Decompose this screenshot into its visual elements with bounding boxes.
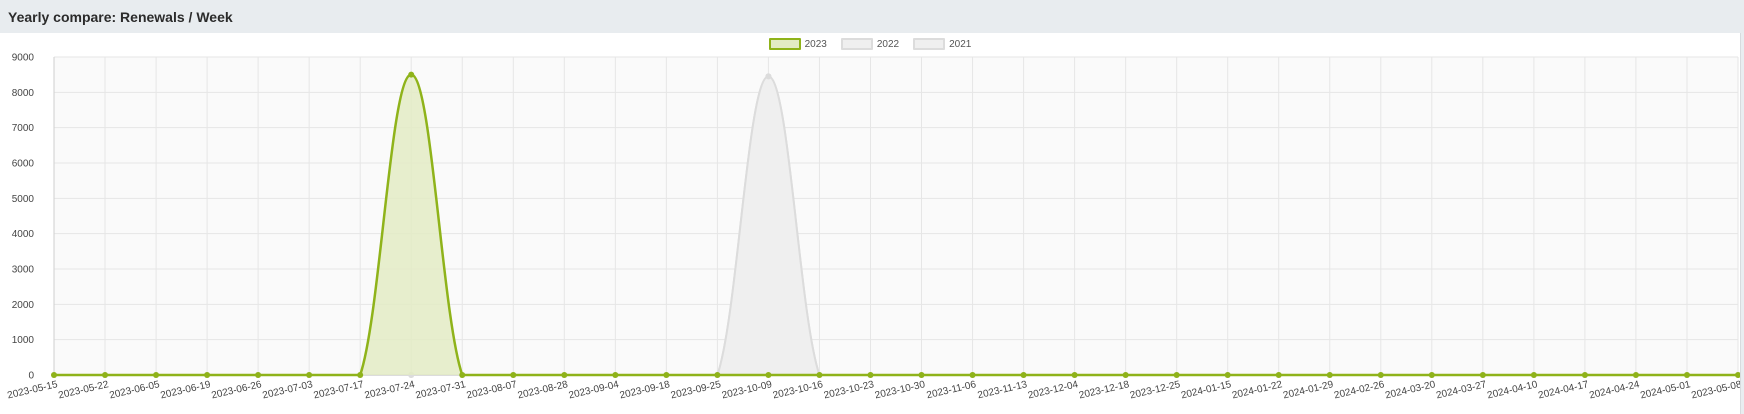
- y-tick-label: 8000: [12, 88, 35, 99]
- data-point-2022: [765, 73, 772, 80]
- data-point-2023: [102, 372, 109, 378]
- data-point-2023: [459, 372, 466, 378]
- x-tick-label: 2023-07-17: [313, 379, 366, 401]
- x-tick-label: 2023-06-26: [210, 379, 263, 401]
- x-tick-label: 2024-05-01: [1639, 379, 1692, 401]
- x-tick-label: 2023-11-06: [926, 379, 978, 401]
- x-tick-label: 2023-06-05: [108, 379, 161, 401]
- data-point-2023: [1326, 372, 1333, 378]
- chart-card: 2023 2022 2021 0 1000 2000 3000 4000 5000 6000 70…: [0, 33, 1741, 414]
- x-tick-label: 2024-03-27: [1435, 379, 1488, 401]
- x-tick-label: 2023-10-30: [874, 379, 927, 401]
- y-tick-label: 5000: [12, 194, 35, 205]
- data-point-2023: [1377, 372, 1384, 378]
- y-tick-label: 7000: [12, 123, 35, 134]
- x-tick-label: 2024-01-22: [1231, 379, 1284, 401]
- data-point-2023: [306, 372, 313, 378]
- data-point-2023: [51, 372, 57, 378]
- x-tick-label: 2024-01-15: [1180, 379, 1233, 401]
- x-tick-label: 2023-07-31: [415, 379, 468, 401]
- x-tick-label: 2024-04-10: [1486, 379, 1539, 401]
- plot-area: [54, 57, 1738, 375]
- x-tick-label: 2023-12-25: [1129, 379, 1182, 401]
- x-tick-label: 2023-06-19: [159, 379, 212, 401]
- x-tick-label: 2023-07-03: [262, 379, 315, 401]
- x-tick-label: 2023-10-23: [823, 379, 876, 401]
- x-tick-label: 2024-01-29: [1282, 379, 1335, 401]
- data-point-2023: [1122, 372, 1129, 378]
- area-chart: 0 1000 2000 3000 4000 5000 6000 7000 8000 9000 202…: [6, 53, 1740, 401]
- x-tick-label: 2023-10-16: [772, 379, 825, 401]
- data-point-2023: [255, 372, 262, 378]
- data-point-2023: [663, 372, 670, 378]
- data-point-2023: [204, 372, 211, 378]
- y-tick-label: 4000: [12, 229, 35, 240]
- x-tick-label: 2024-03-20: [1384, 379, 1437, 401]
- x-tick-label: 2023-08-28: [517, 379, 570, 401]
- data-point-2023: [612, 372, 619, 378]
- x-tick-label: 2023-12-04: [1027, 379, 1080, 401]
- data-point-2023: [1428, 372, 1435, 378]
- data-point-2023: [1275, 372, 1282, 378]
- data-point-2023: [969, 372, 976, 378]
- data-point-2023: [1581, 372, 1588, 378]
- data-point-2023: [714, 372, 721, 378]
- x-tick-label: 2024-02-26: [1333, 379, 1386, 401]
- x-tick-label: 2023-09-25: [670, 379, 723, 401]
- data-point-2023: [1173, 372, 1180, 378]
- data-point-2023: [867, 372, 874, 378]
- data-point-2023: [1020, 372, 1027, 378]
- data-point-2023: [816, 372, 823, 378]
- x-tick-label: 2023-12-18: [1078, 379, 1131, 401]
- x-tick-label: 2023-05-08: [1690, 379, 1740, 401]
- data-point-2023: [1632, 372, 1639, 378]
- x-tick-label: 2023-07-24: [364, 379, 417, 401]
- y-tick-label: 9000: [12, 53, 35, 64]
- x-tick-label: 2024-04-17: [1537, 379, 1590, 401]
- data-point-2023: [1071, 372, 1078, 378]
- y-tick-label: 6000: [12, 159, 35, 170]
- data-point-2023: [408, 71, 415, 78]
- data-point-2023: [918, 372, 925, 378]
- data-point-2023: [153, 372, 160, 378]
- data-point-2023: [561, 372, 568, 378]
- x-tick-label: 2023-09-04: [568, 379, 621, 401]
- x-tick-label: 2024-04-24: [1588, 379, 1641, 401]
- x-tick-label: 2023-08-07: [466, 379, 519, 401]
- panel-title: Yearly compare: Renewals / Week: [8, 9, 233, 25]
- data-point-2023: [510, 372, 517, 378]
- y-tick-label: 2000: [12, 300, 35, 311]
- data-point-2023: [1224, 372, 1231, 378]
- x-tick-label: 2023-11-13: [977, 379, 1029, 401]
- y-tick-label: 1000: [12, 335, 35, 346]
- x-tick-label: 2023-05-22: [57, 379, 110, 401]
- data-point-2023: [1683, 372, 1690, 378]
- panel-header: Yearly compare: Renewals / Week: [0, 0, 1744, 33]
- data-point-2023: [765, 372, 772, 378]
- x-tick-label: 2023-05-15: [6, 379, 59, 401]
- data-point-2023: [1530, 372, 1537, 378]
- y-tick-label: 0: [28, 371, 34, 382]
- x-tick-label: 2023-10-09: [721, 379, 774, 401]
- data-point-2023: [357, 372, 364, 378]
- x-tick-label: 2023-09-18: [619, 379, 672, 401]
- data-point-2023: [1479, 372, 1486, 378]
- y-tick-label: 3000: [12, 265, 35, 276]
